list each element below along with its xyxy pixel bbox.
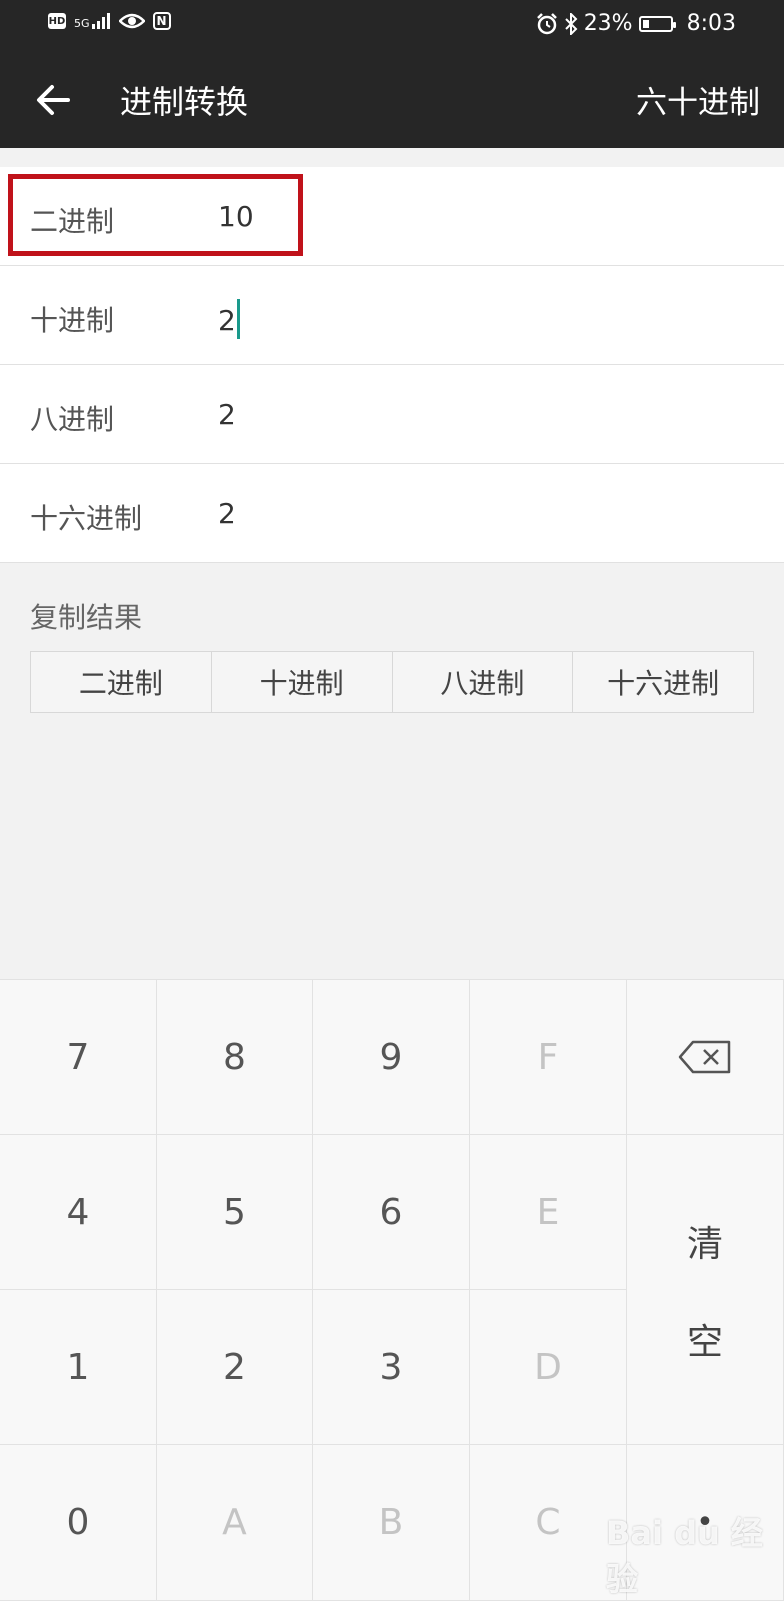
key-2[interactable]: 2 <box>157 1290 313 1445</box>
alarm-icon <box>536 12 557 34</box>
key-5[interactable]: 5 <box>157 1135 313 1290</box>
key-1[interactable]: 1 <box>0 1290 157 1445</box>
status-bar: HD 5G N 23% 8:03 <box>0 0 784 50</box>
app-bar: 进制转换 六十进制 <box>0 50 784 148</box>
copy-buttons: 二进制 十进制 八进制 十六进制 <box>30 651 754 713</box>
key-c[interactable]: C <box>470 1445 627 1601</box>
battery-icon <box>638 15 676 32</box>
octal-label: 八进制 <box>30 403 115 436</box>
copy-binary-button[interactable]: 二进制 <box>31 652 212 712</box>
decimal-input[interactable]: 2 <box>218 299 240 339</box>
hd-icon: HD <box>48 13 66 29</box>
hex-label: 十六进制 <box>30 502 143 535</box>
text-cursor <box>236 299 240 339</box>
key-b[interactable]: B <box>313 1445 470 1601</box>
hex-input[interactable]: 2 <box>218 497 236 530</box>
key-6[interactable]: 6 <box>313 1135 470 1290</box>
decimal-label: 十进制 <box>30 304 115 337</box>
page-title: 进制转换 <box>120 83 249 121</box>
copy-octal-button[interactable]: 八进制 <box>393 652 574 712</box>
key-e[interactable]: E <box>470 1135 627 1290</box>
status-time: 8:03 <box>686 11 736 36</box>
backspace-icon <box>678 1040 731 1074</box>
nfc-icon: N <box>152 12 171 30</box>
backspace-button[interactable] <box>627 980 784 1135</box>
eye-icon <box>118 13 145 29</box>
octal-row[interactable]: 八进制 2 <box>0 365 784 464</box>
copy-decimal-button[interactable]: 十进制 <box>212 652 393 712</box>
highlight-box <box>8 174 303 256</box>
clear-button[interactable]: 清 空 <box>627 1135 784 1445</box>
bluetooth-icon <box>564 12 578 35</box>
copy-hex-button[interactable]: 十六进制 <box>573 652 753 712</box>
status-icons-left: HD 5G N <box>48 12 171 30</box>
sexagesimal-button[interactable]: 六十进制 <box>636 77 760 122</box>
key-a[interactable]: A <box>157 1445 313 1601</box>
hex-row[interactable]: 十六进制 2 <box>0 464 784 563</box>
key-8[interactable]: 8 <box>157 980 313 1135</box>
signal-icon: 5G <box>74 13 111 29</box>
status-icons-right: 23% 8:03 <box>536 11 736 36</box>
key-f[interactable]: F <box>470 980 627 1135</box>
octal-input[interactable]: 2 <box>218 398 236 431</box>
clear-label-1: 清 <box>686 1223 723 1265</box>
decimal-value: 2 <box>218 304 236 337</box>
key-3[interactable]: 3 <box>313 1290 470 1445</box>
key-d[interactable]: D <box>470 1290 627 1445</box>
battery-percent: 23% <box>583 11 633 36</box>
key-0[interactable]: 0 <box>0 1445 157 1601</box>
key-7[interactable]: 7 <box>0 980 157 1135</box>
copy-results-title: 复制结果 <box>30 601 143 634</box>
network-type: 5G <box>74 17 90 30</box>
back-arrow-icon[interactable] <box>30 75 80 125</box>
clear-label-2: 空 <box>686 1321 723 1363</box>
watermark: Bai du 经验 <box>606 1514 763 1598</box>
decimal-row[interactable]: 十进制 2 <box>0 266 784 365</box>
key-9[interactable]: 9 <box>313 980 470 1135</box>
key-4[interactable]: 4 <box>0 1135 157 1290</box>
